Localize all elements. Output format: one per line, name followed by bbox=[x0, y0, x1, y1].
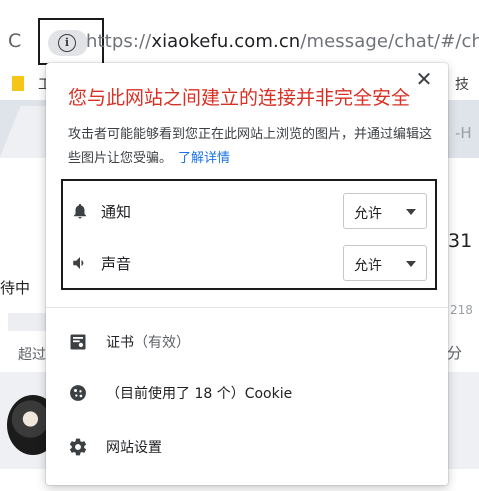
certificate-label: 证书（有效） bbox=[106, 332, 190, 352]
sound-label: 声音 bbox=[101, 255, 132, 273]
cookie-label: （目前使用了 18 个）Cookie bbox=[106, 386, 293, 402]
certificate-title: 证书 bbox=[106, 335, 134, 351]
connection-warning-title: 您与此网站之间建立的连接并非完全安全 bbox=[68, 87, 411, 109]
sound-select[interactable]: 允许 bbox=[343, 245, 427, 281]
site-settings-label: 网站设置 bbox=[106, 440, 162, 456]
minute-label-fragment: 分 bbox=[447, 344, 463, 362]
cookie-icon bbox=[70, 385, 86, 401]
page-number-fragment: 31 bbox=[448, 230, 473, 252]
page-tab-right-fragment: -H bbox=[455, 124, 472, 142]
url-path: /message/chat/#/chat bbox=[300, 31, 479, 52]
chevron-down-icon bbox=[406, 209, 416, 215]
permission-row-sound: 声音 允许 bbox=[63, 239, 435, 289]
notifications-value: 允许 bbox=[354, 206, 382, 222]
bookmark-folder-icon[interactable] bbox=[12, 76, 24, 91]
site-settings-menu-item[interactable]: 网站设置 bbox=[46, 425, 448, 469]
site-info-pill[interactable]: i bbox=[48, 30, 88, 56]
speaker-icon bbox=[73, 257, 84, 269]
bookmark-label-right-fragment[interactable]: 技 bbox=[455, 74, 469, 94]
url-scheme: https:// bbox=[86, 31, 152, 52]
permission-row-notifications: 通知 允许 bbox=[63, 187, 435, 237]
info-icon[interactable]: i bbox=[58, 34, 76, 52]
certificate-status: （有效） bbox=[134, 335, 190, 351]
url-host: xiaokefu.com.cn bbox=[151, 31, 301, 52]
close-icon[interactable]: ✕ bbox=[414, 69, 434, 89]
site-info-popup: ✕ 您与此网站之间建立的连接并非完全安全 攻击者可能能够看到您正在此网站上浏览的… bbox=[46, 63, 448, 485]
certificate-menu-item[interactable]: 证书（有效） bbox=[46, 320, 448, 364]
count-fragment: 218 bbox=[450, 303, 473, 317]
chevron-down-icon bbox=[406, 261, 416, 267]
waiting-label-fragment: 待中 bbox=[0, 279, 31, 297]
bell-icon bbox=[74, 203, 86, 219]
address-bar-url[interactable]: https://xiaokefu.com.cn/message/chat/#/c… bbox=[86, 31, 479, 52]
learn-more-link[interactable]: 了解详情 bbox=[178, 151, 230, 166]
notifications-select[interactable]: 允许 bbox=[343, 193, 427, 229]
notifications-label: 通知 bbox=[101, 203, 132, 221]
connection-warning-description: 攻击者可能能够看到您正在此网站上浏览的图片，并通过编辑这些图片让您受骗。 了解详情 bbox=[68, 123, 436, 171]
warning-text: 攻击者可能能够看到您正在此网站上浏览的图片，并通过编辑这些图片让您受骗。 bbox=[68, 127, 433, 166]
divider bbox=[46, 307, 448, 308]
certificate-icon bbox=[70, 334, 86, 350]
cookie-menu-item[interactable]: （目前使用了 18 个）Cookie bbox=[46, 371, 448, 415]
settings-gear-icon bbox=[69, 438, 87, 456]
permissions-section: 通知 允许 声音 允许 bbox=[61, 179, 437, 290]
reload-icon[interactable]: C bbox=[8, 32, 21, 51]
sound-value: 允许 bbox=[354, 258, 382, 274]
exceed-label-fragment: 超过 bbox=[18, 347, 46, 363]
